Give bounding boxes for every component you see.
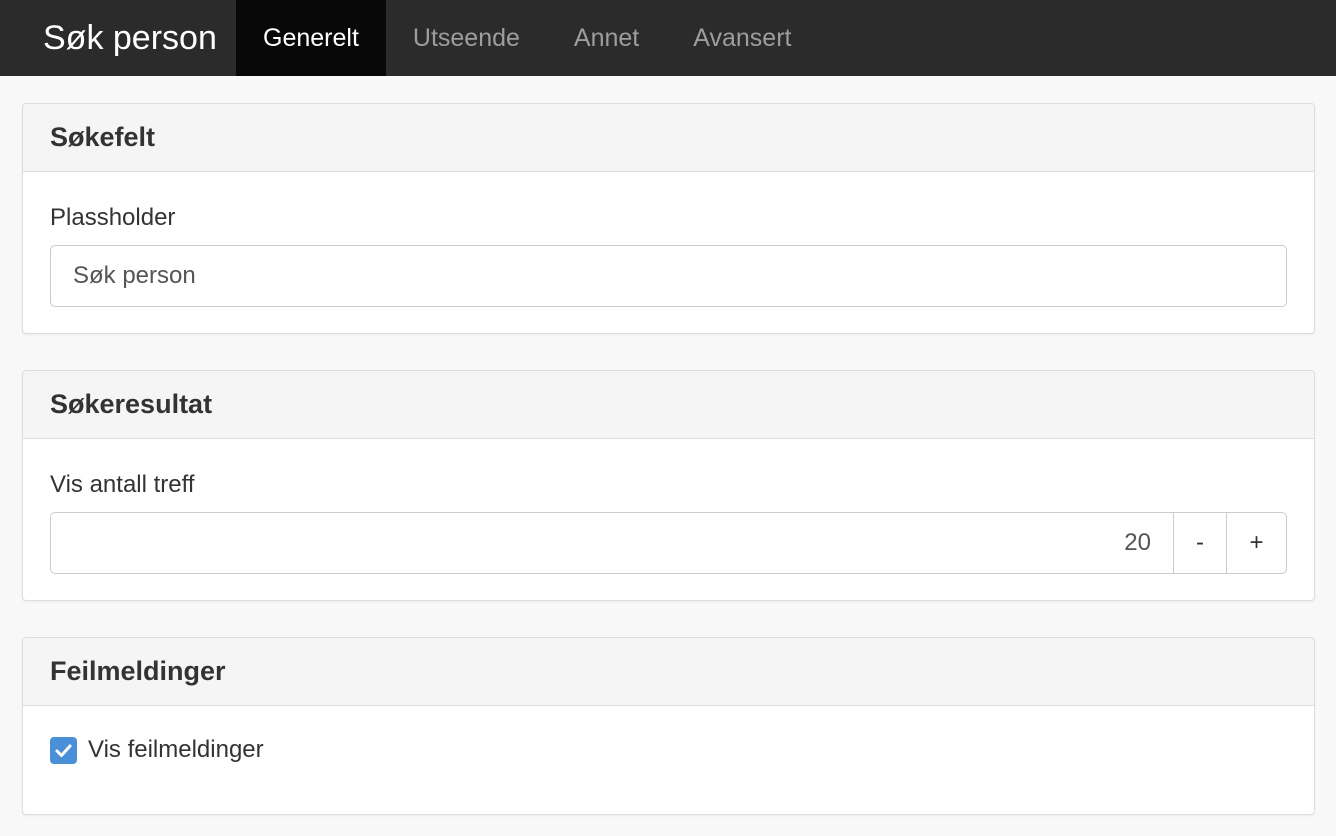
panel-heading-search-result: Søkeresultat <box>23 371 1314 439</box>
panel-search-field: Søkefelt Plassholder <box>22 103 1315 334</box>
increment-button[interactable]: + <box>1227 512 1287 574</box>
panel-body-search-result: Vis antall treff - + <box>23 439 1314 574</box>
placeholder-label: Plassholder <box>50 204 176 231</box>
panel-body-error-messages: Vis feilmeldinger <box>23 706 1314 764</box>
tab-utseende[interactable]: Utseende <box>386 0 547 76</box>
show-errors-checkbox[interactable] <box>50 736 77 764</box>
panel-heading-error-messages: Feilmeldinger <box>23 638 1314 706</box>
result-count-label: Vis antall treff <box>50 471 195 498</box>
tab-annet[interactable]: Annet <box>547 0 666 76</box>
tab-avansert[interactable]: Avansert <box>666 0 818 76</box>
placeholder-input[interactable] <box>50 245 1287 307</box>
tab-generelt[interactable]: Generelt <box>236 0 386 76</box>
app-title[interactable]: Søk person <box>0 0 236 76</box>
top-navbar: Søk person Generelt Utseende Annet Avans… <box>0 0 1336 76</box>
result-count-stepper: - + <box>50 512 1287 574</box>
panel-search-result: Søkeresultat Vis antall treff - + <box>22 370 1315 601</box>
decrement-button[interactable]: - <box>1174 512 1227 574</box>
result-count-input[interactable] <box>50 512 1174 574</box>
check-icon <box>55 744 72 757</box>
show-errors-label[interactable]: Vis feilmeldinger <box>88 736 264 764</box>
show-errors-row: Vis feilmeldinger <box>50 736 1287 764</box>
panel-body-search-field: Plassholder <box>23 172 1314 307</box>
panel-error-messages: Feilmeldinger Vis feilmeldinger <box>22 637 1315 815</box>
panel-heading-search-field: Søkefelt <box>23 104 1314 172</box>
